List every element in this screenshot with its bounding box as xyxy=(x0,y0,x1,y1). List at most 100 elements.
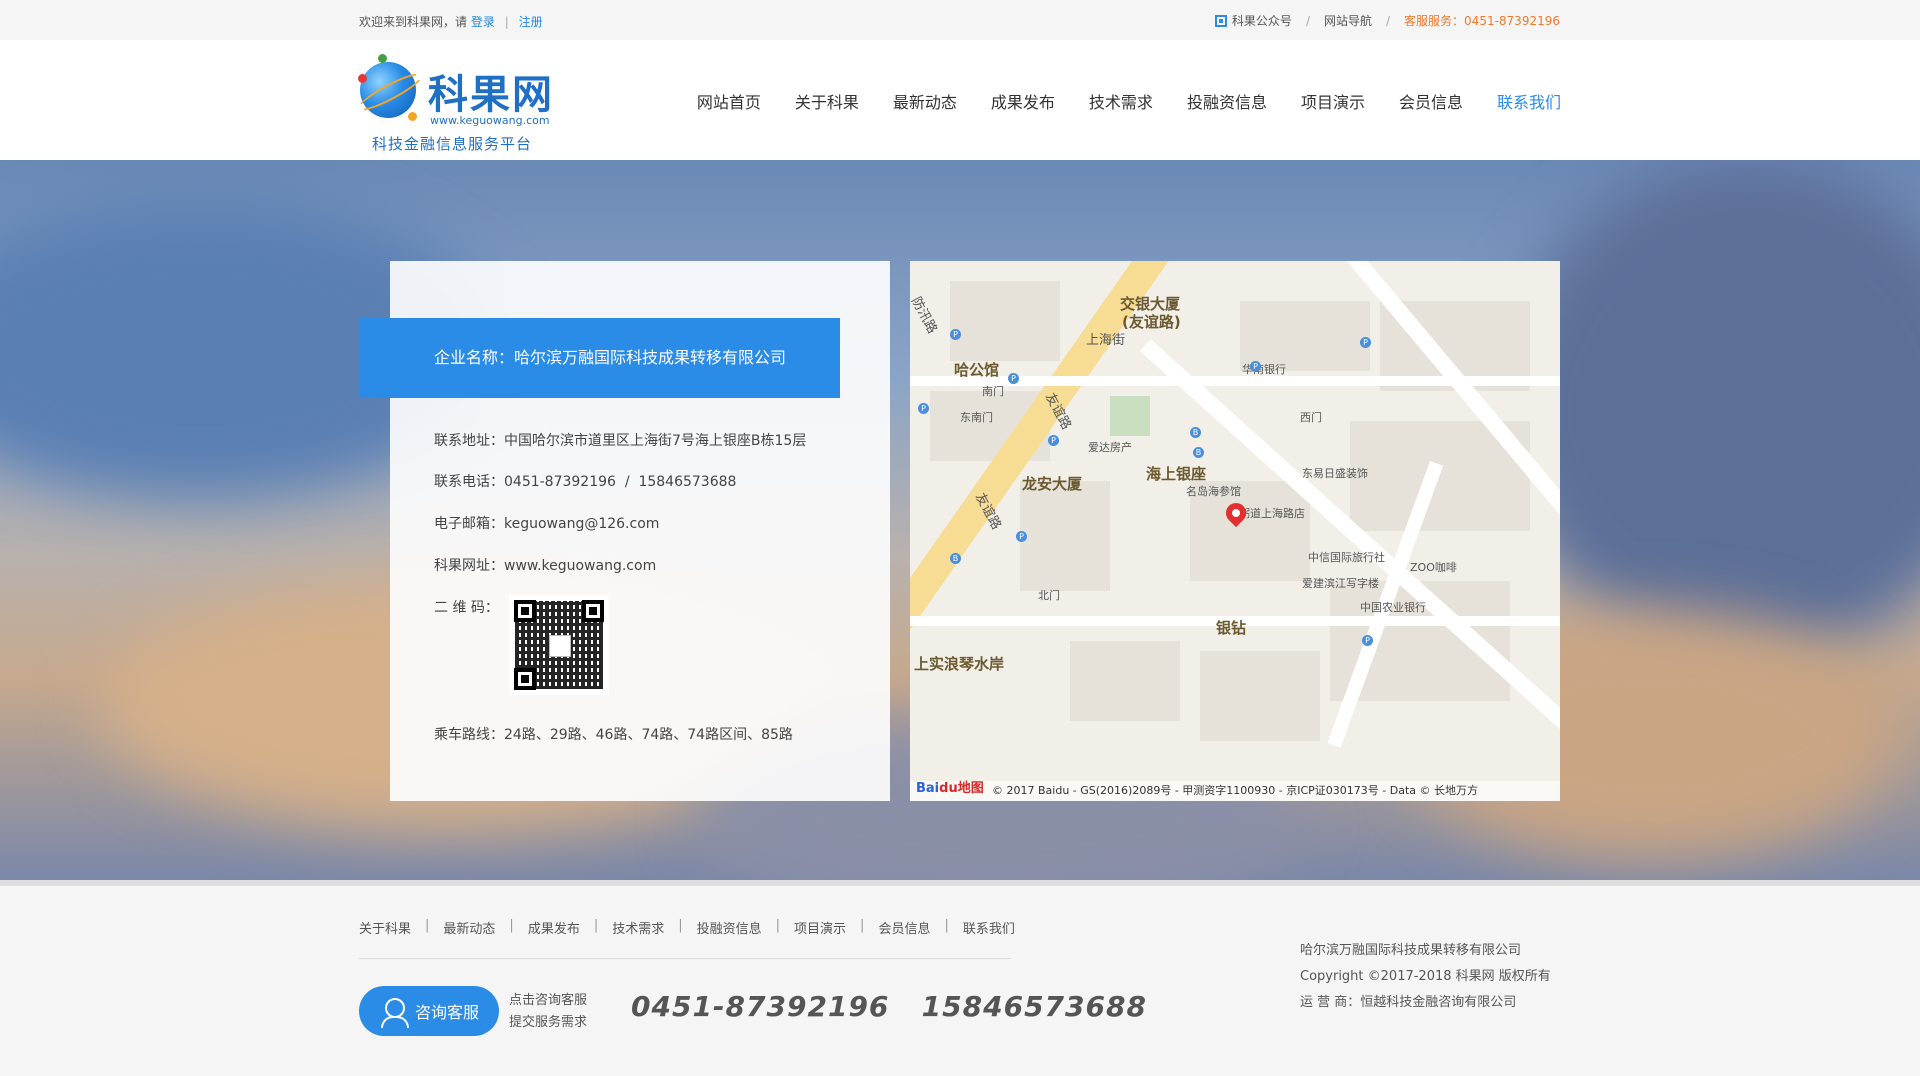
globe-icon xyxy=(360,62,416,118)
map-block xyxy=(1020,481,1110,591)
nav-home[interactable]: 网站首页 xyxy=(697,89,761,113)
main-nav: 网站首页 关于科果 最新动态 成果发布 技术需求 投融资信息 项目演示 会员信息… xyxy=(663,89,1561,113)
bg-blur xyxy=(1500,160,1920,660)
footer-link-contact[interactable]: 联系我们 xyxy=(963,918,1015,937)
qrcode-finder xyxy=(582,600,604,622)
nav-achievements[interactable]: 成果发布 xyxy=(991,89,1055,113)
separator: / xyxy=(1386,13,1391,28)
map-block xyxy=(950,281,1060,361)
separator: | xyxy=(509,918,514,933)
logo-url: www.keguowang.com xyxy=(430,114,550,127)
logo-dot xyxy=(378,54,387,63)
nav-about[interactable]: 关于科果 xyxy=(795,89,859,113)
qrcode-avatar-icon xyxy=(549,635,571,657)
qrcode-finder xyxy=(514,600,536,622)
parking-icon: P xyxy=(950,329,961,340)
qrcode-icon xyxy=(1214,14,1227,27)
contact-address: 联系地址：中国哈尔滨市道里区上海街7号海上银座B栋15层 xyxy=(434,433,807,449)
parking-icon: P xyxy=(918,403,929,414)
parking-icon: P xyxy=(1362,635,1373,646)
logo-dot xyxy=(358,74,367,83)
nav-contact[interactable]: 联系我们 xyxy=(1497,89,1561,113)
map-label: 南门 xyxy=(982,385,1004,398)
nav-news[interactable]: 最新动态 xyxy=(893,89,957,113)
nav-members[interactable]: 会员信息 xyxy=(1399,89,1463,113)
logo-name: 科果网 xyxy=(428,72,554,118)
separator: | xyxy=(944,918,949,933)
site-logo[interactable]: 科果网 www.keguowang.com 科技金融信息服务平台 xyxy=(358,54,558,153)
footer-divider xyxy=(359,958,1011,959)
separator: | xyxy=(504,15,509,29)
footer-copyright: Copyright ©2017-2018 科果网 版权所有 xyxy=(1300,969,1551,984)
bus-icon: B xyxy=(1193,447,1204,458)
footer-link-investment[interactable]: 投融资信息 xyxy=(697,918,762,937)
top-bar: 欢迎来到科果网，请 登录 | 注册 科果公众号 / 网站导航 / 客服服务：04… xyxy=(0,0,1920,40)
map-label: 东南门 xyxy=(960,411,993,424)
consult-text: 点击咨询客服 提交服务需求 xyxy=(509,990,587,1034)
footer-link-tech-demand[interactable]: 技术需求 xyxy=(612,918,664,937)
bus-routes: 乘车路线：24路、29路、46路、74路、74路区间、85路 xyxy=(434,727,793,743)
service-hotline: 客服服务：0451-87392196 xyxy=(1404,14,1560,28)
wechat-link[interactable]: 科果公众号 xyxy=(1232,12,1292,29)
site-nav-link[interactable]: 网站导航 xyxy=(1324,12,1372,29)
footer-link-achievements[interactable]: 成果发布 xyxy=(528,918,580,937)
footer-phones: 0451-87392196 15846573688 xyxy=(631,990,1147,1023)
nav-tech-demand[interactable]: 技术需求 xyxy=(1089,89,1153,113)
map-label: 上海街 xyxy=(1086,333,1126,348)
contact-phone: 联系电话：0451-87392196 / 15846573688 xyxy=(434,474,737,490)
footer-links: 关于科果 | 最新动态 | 成果发布 | 技术需求 | 投融资信息 | 项目演示… xyxy=(359,918,1015,937)
header: 科果网 www.keguowang.com 科技金融信息服务平台 网站首页 关于… xyxy=(0,40,1920,160)
map-label: 名岛海参馆 xyxy=(1186,485,1241,498)
consult-button[interactable]: 咨询客服 xyxy=(359,986,499,1036)
nav-projects[interactable]: 项目演示 xyxy=(1301,89,1365,113)
separator: | xyxy=(593,918,599,933)
map-label: ZOO咖啡 xyxy=(1410,561,1457,574)
baidu-logo-text: Bai xyxy=(916,781,940,796)
map-block xyxy=(1200,651,1320,741)
parking-icon: P xyxy=(1048,435,1059,446)
separator: | xyxy=(425,918,430,933)
contact-website: 科果网址：www.keguowang.com xyxy=(434,558,657,574)
map-label: 上实浪琴水岸 xyxy=(914,655,1005,673)
register-link[interactable]: 注册 xyxy=(519,15,543,29)
company-name-banner: 企业名称：哈尔滨万融国际科技成果转移有限公司 xyxy=(360,318,840,398)
map-label: 龙安大厦 xyxy=(1022,475,1083,493)
map-label: 海上银座 xyxy=(1146,465,1207,483)
baidu-logo-text: du地图 xyxy=(939,781,984,796)
bus-icon: B xyxy=(1190,427,1201,438)
footer: 关于科果 | 最新动态 | 成果发布 | 技术需求 | 投融资信息 | 项目演示… xyxy=(0,880,1920,1076)
footer-link-news[interactable]: 最新动态 xyxy=(443,918,495,937)
login-link[interactable]: 登录 xyxy=(471,15,495,29)
qrcode-label: 二 维 码： xyxy=(434,600,499,616)
map-copyright: © 2017 Baidu - GS(2016)2089号 - 甲测资字11009… xyxy=(992,784,1479,797)
map-label: 爱建滨江写字楼 xyxy=(1302,577,1379,590)
footer-link-members[interactable]: 会员信息 xyxy=(878,918,930,937)
logo-dot xyxy=(408,112,417,121)
footer-link-projects[interactable]: 项目演示 xyxy=(794,918,846,937)
parking-icon: P xyxy=(1016,531,1027,542)
footer-company: 哈尔滨万融国际科技成果转移有限公司 xyxy=(1300,943,1522,958)
separator: | xyxy=(860,918,865,933)
consult-text-line: 提交服务需求 xyxy=(509,1015,588,1030)
map-label: 爱达房产 xyxy=(1088,441,1132,454)
map-label: 华南银行 xyxy=(1242,363,1286,376)
separator: | xyxy=(775,918,781,933)
footer-link-about[interactable]: 关于科果 xyxy=(359,918,411,937)
welcome-area: 欢迎来到科果网，请 登录 | 注册 xyxy=(359,13,543,30)
map-label: 北门 xyxy=(1038,589,1060,602)
map-label: 东易日盛装饰 xyxy=(1302,467,1368,480)
consult-button-label: 咨询客服 xyxy=(415,1003,480,1022)
logo-slogan: 科技金融信息服务平台 xyxy=(372,135,533,153)
map-block xyxy=(1070,641,1180,721)
map-label: 中信国际旅行社 xyxy=(1308,551,1385,564)
separator: / xyxy=(1305,13,1310,28)
map-label: 中国农业银行 xyxy=(1360,601,1426,614)
baidu-logo[interactable]: Baidu地图 xyxy=(916,779,984,799)
location-map[interactable]: 哈公馆 交银大厦 (友谊路) 上海街 龙安大厦 海上银座 银钻 上实浪琴水岸 友… xyxy=(910,261,1560,801)
nav-investment[interactable]: 投融资信息 xyxy=(1187,89,1267,113)
parking-icon: P xyxy=(1360,337,1371,348)
map-park xyxy=(1110,396,1150,436)
bus-icon: B xyxy=(950,553,961,564)
map-label: 西门 xyxy=(1300,411,1322,424)
map-label: 防汛路 xyxy=(910,294,940,337)
